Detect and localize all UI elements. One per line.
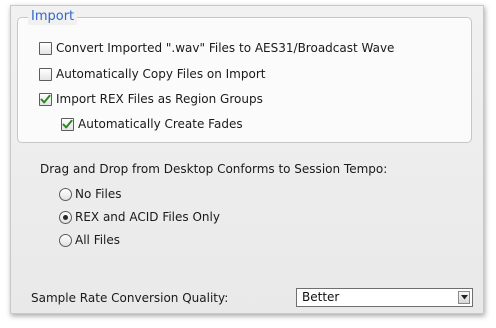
checkbox-label: Automatically Copy Files on Import	[56, 67, 266, 81]
radio-unselected-icon[interactable]	[59, 187, 72, 201]
radio-rex-acid-only[interactable]: REX and ACID Files Only	[59, 208, 220, 226]
radio-selected-icon[interactable]	[59, 210, 72, 224]
radio-label: All Files	[75, 233, 121, 247]
radio-unselected-icon[interactable]	[59, 233, 72, 247]
checkbox-label: Import REX Files as Region Groups	[56, 92, 263, 106]
checkbox-unchecked-icon[interactable]	[39, 67, 52, 81]
dropdown-arrow-glyph	[460, 295, 468, 300]
checkbox-label: Convert Imported ".wav" Files to AES31/B…	[56, 41, 395, 55]
checkbox-auto-copy-files[interactable]: Automatically Copy Files on Import	[39, 65, 265, 83]
drag-drop-label: Drag and Drop from Desktop Conforms to S…	[40, 162, 388, 176]
radio-label: No Files	[75, 187, 122, 201]
checkbox-checked-icon[interactable]	[61, 117, 74, 131]
radio-dot-icon	[63, 214, 68, 220]
radio-no-files[interactable]: No Files	[59, 185, 121, 203]
checkbox-import-rex-region-groups[interactable]: Import REX Files as Region Groups	[39, 90, 263, 108]
checkbox-checked-icon[interactable]	[39, 92, 52, 106]
checkbox-auto-create-fades[interactable]: Automatically Create Fades	[61, 115, 243, 133]
checkbox-convert-wav[interactable]: Convert Imported ".wav" Files to AES31/B…	[39, 39, 394, 57]
checkmark-icon	[40, 94, 51, 103]
chevron-down-icon[interactable]	[458, 291, 470, 304]
radio-all-files[interactable]: All Files	[59, 231, 120, 249]
checkmark-icon	[62, 119, 73, 128]
radio-label: REX and ACID Files Only	[75, 210, 220, 224]
checkbox-unchecked-icon[interactable]	[39, 41, 52, 55]
import-group-title: Import	[28, 9, 78, 25]
sample-rate-quality-select[interactable]: Better	[296, 288, 473, 307]
checkbox-label: Automatically Create Fades	[78, 117, 243, 131]
select-value: Better	[302, 290, 340, 304]
sample-rate-label: Sample Rate Conversion Quality:	[31, 291, 229, 305]
